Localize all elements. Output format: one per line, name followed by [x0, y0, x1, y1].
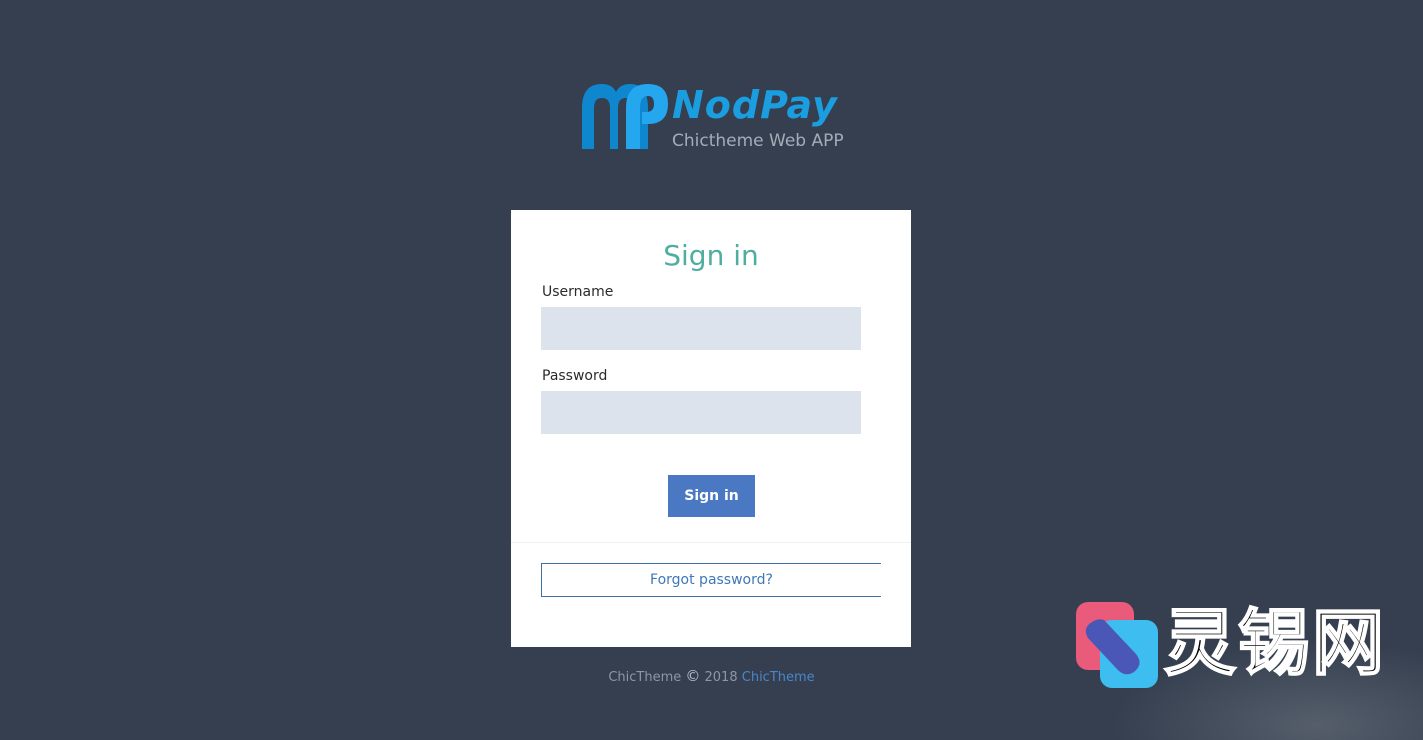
- watermark-logo-icon: [1076, 602, 1158, 688]
- signin-button[interactable]: Sign in: [668, 475, 755, 517]
- brand-logo: NodPay Chictheme Web APP: [580, 82, 850, 152]
- username-input[interactable]: [541, 307, 861, 350]
- copyright-icon: ©: [685, 667, 701, 685]
- footer-prefix: ChicTheme: [608, 670, 682, 685]
- brand-tagline: Chictheme Web APP: [672, 131, 844, 151]
- signin-title: Sign in: [663, 239, 759, 272]
- footer-link[interactable]: ChicTheme: [742, 670, 815, 685]
- card-divider: [511, 542, 911, 543]
- watermark-text: 灵锡网: [1163, 600, 1387, 686]
- watermark: 灵锡网: [1074, 598, 1394, 690]
- password-input[interactable]: [541, 391, 861, 434]
- brand-name: NodPay: [672, 83, 838, 127]
- signin-card: Sign in Username Password Sign in Forgot…: [511, 210, 911, 647]
- forgot-password-button[interactable]: Forgot password?: [541, 563, 881, 597]
- password-label: Password: [542, 368, 608, 384]
- np-logo-icon: [582, 84, 668, 149]
- username-label: Username: [542, 284, 614, 300]
- footer-year: 2018: [704, 670, 738, 685]
